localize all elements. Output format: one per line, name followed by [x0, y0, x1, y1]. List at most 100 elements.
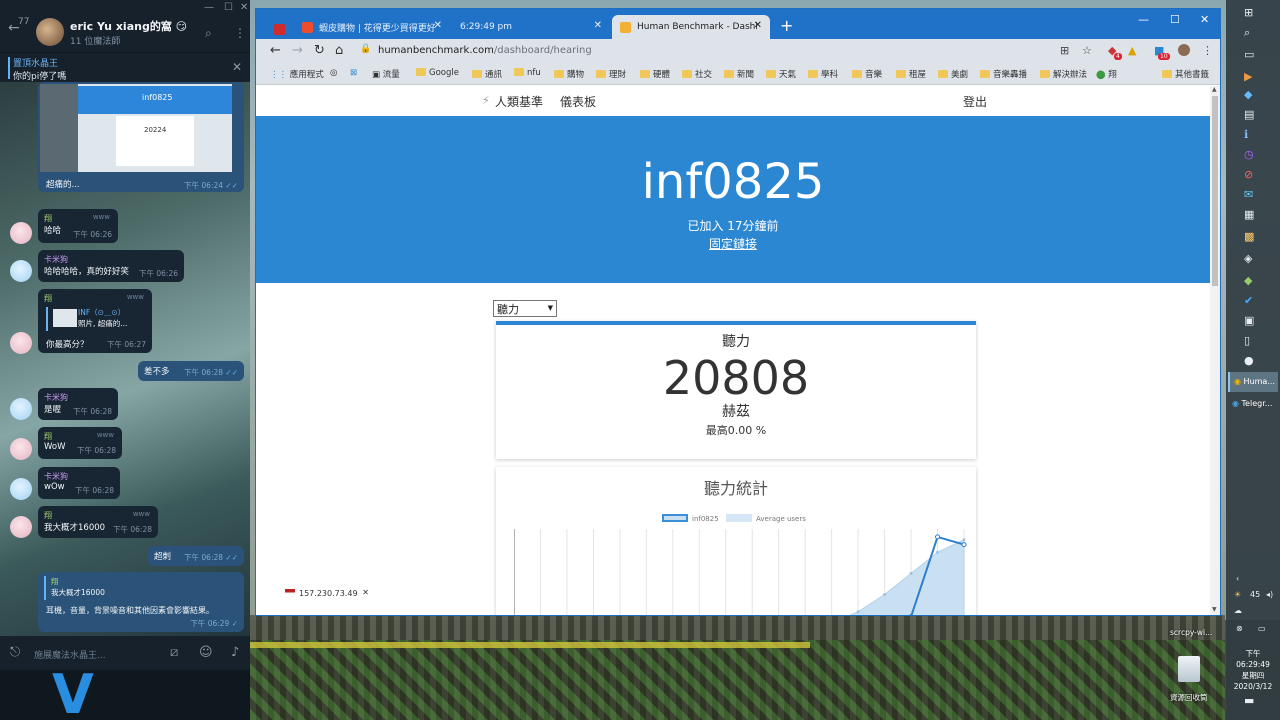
notifications-icon[interactable]: ▬ — [1244, 694, 1254, 707]
pinned-message[interactable]: 置頂水晶王 你的pi停了嗎 ✕ — [0, 52, 250, 82]
message-bubble[interactable]: 翔 我大概才16000 耳機，音量，背景噪音和其他因素會影響結果。 下午 06:… — [38, 572, 244, 632]
avatar[interactable] — [10, 438, 32, 460]
onedrive-icon[interactable]: ☁ — [1234, 606, 1242, 615]
pinned-app-icon[interactable]: ◈ — [1244, 252, 1252, 265]
emoji-icon[interactable]: ☺ — [199, 645, 213, 660]
bookmark-icon-only[interactable]: ◎ — [330, 68, 337, 78]
message-bubble[interactable]: 翔 www 我大概才16000 下午 06:28 — [38, 506, 158, 538]
screen-icon[interactable]: ▭ — [1258, 624, 1266, 633]
scroll-up-icon[interactable]: ▲ — [1212, 86, 1217, 93]
recycle-bin-label[interactable]: 資源回收筒 — [1170, 692, 1208, 703]
sender-name[interactable]: 卡米狗 — [44, 471, 114, 482]
photo-message[interactable]: inf0825 20224 超痛的... 下午 06:24 ✓✓ — [38, 82, 244, 192]
message-bubble[interactable]: 翔 www WoW 下午 06:28 — [38, 427, 122, 459]
weather-icon[interactable]: ☀ — [1234, 590, 1241, 599]
desktop-shortcut-scrcpy[interactable]: scrcpy-wi... — [1170, 628, 1212, 637]
volume-icon[interactable]: ◂) — [1266, 590, 1273, 599]
tab-clock[interactable]: 6:29:49 pm ✕ — [452, 15, 610, 39]
translate-icon[interactable]: ⊞ — [1060, 44, 1069, 57]
maximize-icon[interactable]: ☐ — [1170, 13, 1180, 26]
bookmark-folder[interactable]: 社交 — [682, 68, 712, 80]
taskbar-app-chrome[interactable]: ◉ Huma... — [1228, 372, 1278, 392]
message-bubble[interactable]: 翔 www INF（⊙＿⊙） 照片, 超痛的... 你最高分？ 下午 06:27 — [38, 289, 152, 353]
avatar[interactable] — [10, 478, 32, 500]
url-text[interactable]: humanbenchmark.com/dashboard/hearing — [378, 45, 592, 56]
sender-name[interactable]: 卡米狗 — [44, 392, 112, 403]
logout-link[interactable]: 登出 — [963, 93, 987, 110]
pinned-app-icon[interactable]: ◷ — [1244, 148, 1254, 161]
message-bubble[interactable]: 超刺 下午 06:28 ✓✓ — [148, 546, 244, 566]
avatar[interactable] — [10, 516, 32, 538]
address-bar[interactable]: 🔒 humanbenchmark.com/dashboard/hearing — [350, 41, 1050, 61]
maximize-icon[interactable]: ☐ — [224, 2, 233, 13]
close-tab-icon[interactable]: ✕ — [754, 20, 762, 31]
bookmark-folder[interactable]: 租屋 — [896, 68, 926, 80]
network-icon[interactable]: ⊗ — [1236, 624, 1243, 633]
bookmark-folder[interactable]: 學科 — [808, 68, 838, 80]
taskbar-app-telegram[interactable]: ◉ Telegr... — [1228, 394, 1278, 414]
message-bubble[interactable]: 差不多 下午 06:28 ✓✓ — [138, 361, 244, 381]
reload-icon[interactable]: ↻ — [314, 43, 325, 58]
extension-icon[interactable]: ▲ — [1128, 44, 1136, 57]
close-window-icon[interactable]: ✕ — [240, 2, 248, 13]
test-type-select[interactable]: 聽力 ▼ — [493, 300, 557, 317]
reply-preview[interactable]: INF（⊙＿⊙） 照片, 超痛的... — [46, 307, 144, 331]
chat-avatar[interactable] — [36, 18, 64, 46]
avatar[interactable] — [10, 398, 32, 420]
message-bubble[interactable]: 翔 www 哈哈 下午 06:26 — [38, 209, 118, 243]
search-icon[interactable]: ⌕ — [205, 26, 212, 41]
pinned-app-icon[interactable]: ✉ — [1244, 188, 1253, 201]
reply-preview[interactable]: 翔 我大概才16000 — [44, 576, 105, 600]
tray-expand-icon[interactable]: ‹ — [1236, 574, 1239, 583]
bookmark-folder[interactable]: nfu — [514, 68, 541, 78]
bookmark-folder[interactable]: Google — [416, 68, 459, 78]
close-tab-icon[interactable]: ✕ — [434, 20, 442, 31]
bookmark-folder[interactable]: 新聞 — [724, 68, 754, 80]
permalink-link[interactable]: 固定鏈接 — [256, 235, 1210, 252]
recycle-bin-icon[interactable] — [1178, 656, 1200, 682]
pinned-app-icon[interactable]: ▶ — [1244, 70, 1252, 83]
bookmark-traffic[interactable]: ▣ 流量 — [372, 68, 400, 80]
command-icon[interactable]: ⧄ — [170, 645, 178, 660]
scroll-down-icon[interactable]: ▼ — [1212, 606, 1217, 613]
avatar[interactable] — [10, 332, 32, 354]
tab-human-benchmark[interactable]: Human Benchmark - Dashboard ✕ — [612, 15, 770, 39]
scrollbar-thumb[interactable] — [1212, 96, 1218, 286]
forward-icon[interactable]: → — [292, 43, 303, 58]
bookmark-folder[interactable]: 理財 — [596, 68, 626, 80]
back-icon[interactable]: ← — [270, 43, 281, 58]
microphone-icon[interactable]: ♪ — [231, 645, 239, 660]
pinned-app-icon[interactable]: ▯ — [1244, 334, 1250, 347]
pinned-app-icon[interactable]: ℹ — [1244, 128, 1248, 141]
profile-avatar[interactable] — [1178, 44, 1190, 56]
legend-average[interactable]: Average users — [726, 514, 806, 523]
browser-menu-icon[interactable]: ⋮ — [1202, 44, 1213, 57]
bookmark-folder[interactable]: 硬體 — [640, 68, 670, 80]
app-icon[interactable] — [266, 17, 290, 41]
pinned-app-icon[interactable]: ⊘ — [1244, 168, 1253, 181]
legend-user[interactable]: inf0825 — [662, 514, 719, 523]
bookmark-folder[interactable]: 美劇 — [938, 68, 968, 80]
bookmark-folder[interactable]: 通訊 — [472, 68, 502, 80]
message-bubble[interactable]: 卡米狗 wOw 下午 06:28 — [38, 467, 120, 499]
minimize-icon[interactable]: — — [204, 2, 214, 13]
bookmark-icon-only[interactable]: ⊠ — [350, 68, 357, 78]
bookmark-folder[interactable]: 音樂轟播 — [980, 68, 1027, 80]
bookmark-star-icon[interactable]: ☆ — [1082, 44, 1092, 57]
pinned-app-icon[interactable]: ▤ — [1244, 108, 1254, 121]
new-tab-icon[interactable]: + — [780, 16, 793, 35]
windows-start-icon[interactable]: ⊞ — [1244, 6, 1253, 19]
system-clock[interactable]: 下午 06:29:49 星期四 2020/3/12 — [1228, 648, 1278, 692]
message-bubble[interactable]: 卡米狗 是喔 下午 06:28 — [38, 388, 118, 420]
home-icon[interactable]: ⌂ — [335, 43, 343, 58]
bookmark-other[interactable]: 其他書籤 — [1162, 68, 1209, 80]
pinned-app-icon[interactable]: ▩ — [1244, 230, 1254, 243]
pinned-app-icon[interactable]: ✔ — [1244, 294, 1253, 307]
minimize-icon[interactable]: — — [1138, 13, 1149, 26]
site-brand-link[interactable]: 人類基準 — [495, 93, 543, 110]
tab-shopee[interactable]: 蝦皮購物 | 花得更少買得更好 ✕ — [294, 15, 450, 39]
pinned-app-icon[interactable]: ● — [1244, 354, 1254, 367]
pinned-app-icon[interactable]: ◆ — [1244, 274, 1252, 287]
pinned-app-icon[interactable]: ▣ — [1244, 314, 1254, 327]
avatar[interactable] — [10, 260, 32, 282]
